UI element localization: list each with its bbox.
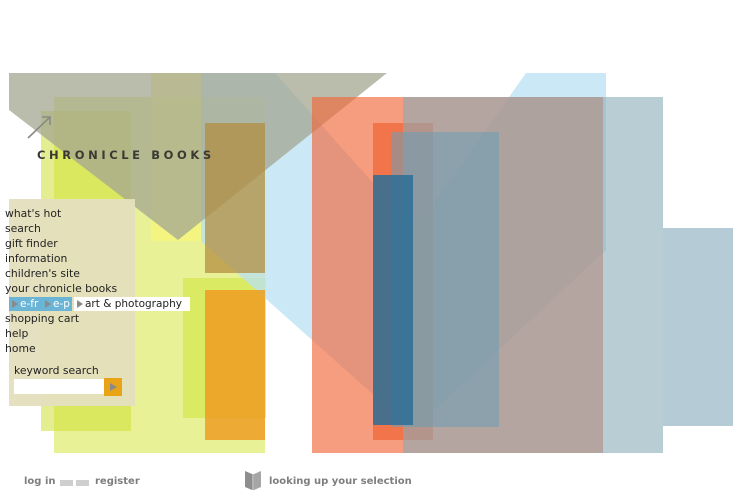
keyword-search-input[interactable] [14,379,107,394]
nav-item-information[interactable]: information [5,252,67,265]
breadcrumb-current[interactable]: art & photography [74,297,190,311]
play-arrow-icon [110,383,117,391]
breadcrumb-item-label: e-fr [20,298,39,310]
search-submit-button[interactable] [104,378,122,396]
book-icon [245,471,261,490]
register-link[interactable]: register [95,476,140,487]
separator [76,480,89,486]
nav-item-search[interactable]: search [5,222,41,235]
nav-item-childrens-site[interactable]: children's site [5,267,80,280]
breadcrumb-item-label: e-p [53,298,70,310]
keyword-search-label: keyword search [14,364,99,377]
breadcrumb-item[interactable]: e-fr [9,297,42,311]
nav-item-home[interactable]: home [5,342,36,355]
brown-panel [205,123,265,273]
nav-item-shopping-cart[interactable]: shopping cart [5,312,79,325]
breadcrumb: e-fr e-p art & photography [9,297,190,311]
play-arrow-icon [77,300,83,308]
nav-item-help[interactable]: help [5,327,28,340]
right-gray-block [663,228,733,426]
orange-panel [205,290,265,440]
play-arrow-icon [12,300,18,308]
nav-item-gift-finder[interactable]: gift finder [5,237,58,250]
dark-blue-bar [373,175,413,425]
status-text: looking up your selection [269,476,412,487]
breadcrumb-current-label: art & photography [85,298,182,310]
nav-item-your-chronicle-books[interactable]: your chronicle books [5,282,117,295]
nav-item-whats-hot[interactable]: what's hot [5,207,61,220]
play-arrow-icon [45,300,51,308]
login-link[interactable]: log in [24,476,55,487]
separator [60,480,73,486]
brand-logo[interactable]: CHRONICLE BOOKS [37,148,215,162]
breadcrumb-item[interactable]: e-p [42,297,72,311]
